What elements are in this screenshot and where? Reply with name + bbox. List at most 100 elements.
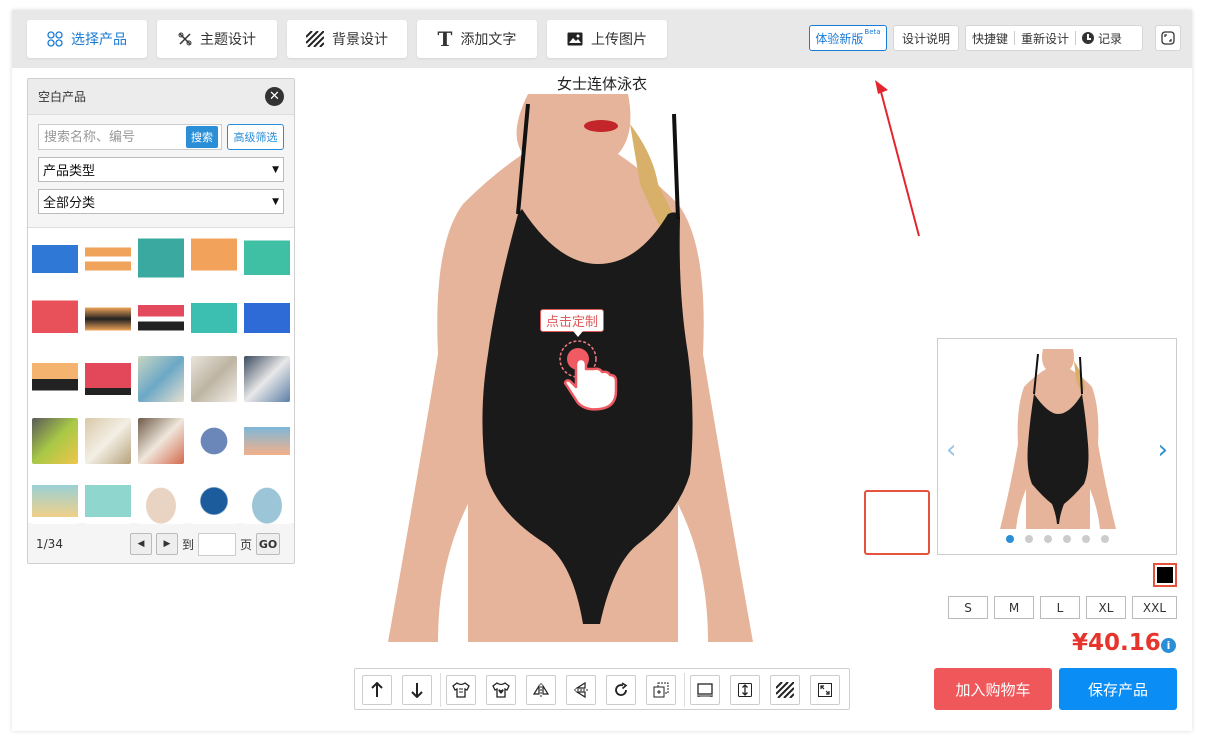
- product-thumbnail[interactable]: [244, 236, 290, 282]
- product-thumbnail[interactable]: [85, 478, 131, 524]
- image-icon: [567, 32, 583, 46]
- product-thumbnail[interactable]: [244, 478, 290, 524]
- fit-width-button[interactable]: [690, 675, 720, 705]
- shirt-back-button[interactable]: [486, 675, 516, 705]
- carousel-dot[interactable]: [1100, 535, 1109, 543]
- product-thumbnail[interactable]: [191, 296, 237, 342]
- flip-vertical-icon: [574, 681, 588, 699]
- product-thumbnail[interactable]: [244, 356, 290, 402]
- carousel-prev-icon[interactable]: ‹: [946, 435, 956, 465]
- size-option-xxl[interactable]: XXL: [1132, 596, 1177, 619]
- redesign-button[interactable]: 重新设计: [1015, 30, 1075, 47]
- theme-icon: [178, 32, 192, 46]
- preview-image: [1000, 349, 1116, 529]
- tab-add-text[interactable]: T 添加文字: [417, 20, 537, 58]
- close-icon[interactable]: ✕: [265, 87, 284, 106]
- add-to-cart-button[interactable]: 加入购物车: [934, 668, 1052, 710]
- button-label: 体验新版: [815, 31, 864, 46]
- product-thumbnail[interactable]: [85, 236, 131, 282]
- fullscreen-button[interactable]: [1155, 25, 1181, 51]
- carousel-dot[interactable]: [1005, 535, 1014, 543]
- color-swatch-black[interactable]: [1153, 563, 1177, 587]
- fill-canvas-button[interactable]: [810, 675, 840, 705]
- product-thumbnail[interactable]: [191, 356, 237, 402]
- panel-title: 空白产品: [38, 90, 87, 104]
- tab-theme-design[interactable]: 主题设计: [157, 20, 277, 58]
- product-thumbnail[interactable]: [32, 478, 78, 524]
- pattern-button[interactable]: [770, 675, 800, 705]
- product-thumbnail[interactable]: [32, 236, 78, 282]
- category-select[interactable]: 全部分类 ▼: [38, 189, 284, 214]
- design-help-button[interactable]: 设计说明: [893, 25, 959, 51]
- selected-area-thumbnail[interactable]: [864, 490, 930, 555]
- page-number-input[interactable]: [198, 532, 237, 556]
- carousel-dot[interactable]: [1024, 535, 1033, 543]
- tab-upload-image[interactable]: 上传图片: [547, 20, 667, 58]
- move-up-button[interactable]: [362, 675, 392, 705]
- product-thumbnail[interactable]: [244, 418, 290, 464]
- product-thumbnail[interactable]: [191, 418, 237, 464]
- info-icon[interactable]: i: [1161, 638, 1176, 653]
- button-label: 快捷键: [972, 31, 1009, 46]
- product-thumbnail-grid: [28, 227, 294, 524]
- tab-background-design[interactable]: 背景设计: [287, 20, 407, 58]
- product-thumbnail[interactable]: [138, 296, 184, 342]
- try-new-version-button[interactable]: 体验新版 Beta: [809, 25, 887, 51]
- product-type-select[interactable]: 产品类型 ▼: [38, 157, 284, 182]
- advanced-filter-button[interactable]: 高级筛选: [227, 124, 284, 150]
- size-option-m[interactable]: M: [994, 596, 1034, 619]
- carousel-dot[interactable]: [1043, 535, 1052, 543]
- size-option-s[interactable]: S: [948, 596, 988, 619]
- product-thumbnail[interactable]: [85, 356, 131, 402]
- search-input[interactable]: [39, 129, 186, 145]
- product-thumbnail[interactable]: [191, 236, 237, 282]
- product-thumbnail[interactable]: [191, 478, 237, 524]
- rotate-icon: [615, 682, 628, 696]
- product-thumbnail[interactable]: [138, 356, 184, 402]
- product-thumbnail[interactable]: [85, 296, 131, 342]
- expand-icon: [818, 683, 832, 697]
- divider: [684, 673, 685, 707]
- shirt-front-button[interactable]: [446, 675, 476, 705]
- app-frame: 选择产品 主题设计 背景设计 T 添加文字 上传图片 体验新版 Beta 设计说…: [12, 10, 1192, 731]
- product-thumbnail[interactable]: [32, 356, 78, 402]
- product-thumbnail[interactable]: [85, 418, 131, 464]
- prev-page-button[interactable]: ◀: [130, 533, 152, 555]
- fit-height-button[interactable]: [730, 675, 760, 705]
- product-thumbnail[interactable]: [32, 418, 78, 464]
- flip-horizontal-icon: [532, 683, 550, 697]
- search-box: 搜索: [38, 124, 222, 150]
- product-thumbnail[interactable]: [138, 418, 184, 464]
- history-button[interactable]: 记录: [1076, 30, 1128, 47]
- carousel-dots: [938, 535, 1176, 543]
- carousel-next-icon[interactable]: ›: [1158, 435, 1168, 465]
- save-product-button[interactable]: 保存产品: [1059, 668, 1177, 710]
- product-thumbnail[interactable]: [32, 296, 78, 342]
- tab-label: 上传图片: [591, 32, 647, 48]
- tab-label: 选择产品: [71, 32, 127, 48]
- arrow-down-icon: [411, 683, 423, 698]
- product-thumbnail[interactable]: [138, 478, 184, 524]
- duplicate-button[interactable]: [646, 675, 676, 705]
- move-down-button[interactable]: [402, 675, 432, 705]
- next-page-button[interactable]: ▶: [156, 533, 178, 555]
- button-label: 重新设计: [1021, 31, 1070, 46]
- customize-callout[interactable]: 点击定制: [540, 309, 605, 337]
- product-thumbnail[interactable]: [244, 296, 290, 342]
- shortcuts-button[interactable]: 快捷键: [966, 30, 1014, 47]
- rotate-button[interactable]: [606, 675, 636, 705]
- go-button[interactable]: GO: [256, 533, 281, 555]
- flip-vertical-button[interactable]: [566, 675, 596, 705]
- search-button[interactable]: 搜索: [186, 126, 218, 148]
- carousel-dot[interactable]: [1062, 535, 1071, 543]
- size-option-l[interactable]: L: [1040, 596, 1080, 619]
- size-option-xl[interactable]: XL: [1086, 596, 1126, 619]
- fit-width-icon: [697, 683, 713, 697]
- tab-label: 背景设计: [332, 32, 388, 48]
- stripes-icon: [306, 31, 324, 47]
- pointer-hand-icon[interactable]: [552, 335, 632, 415]
- flip-horizontal-button[interactable]: [526, 675, 556, 705]
- carousel-dot[interactable]: [1081, 535, 1090, 543]
- product-thumbnail[interactable]: [138, 236, 184, 282]
- tab-select-product[interactable]: 选择产品: [27, 20, 147, 58]
